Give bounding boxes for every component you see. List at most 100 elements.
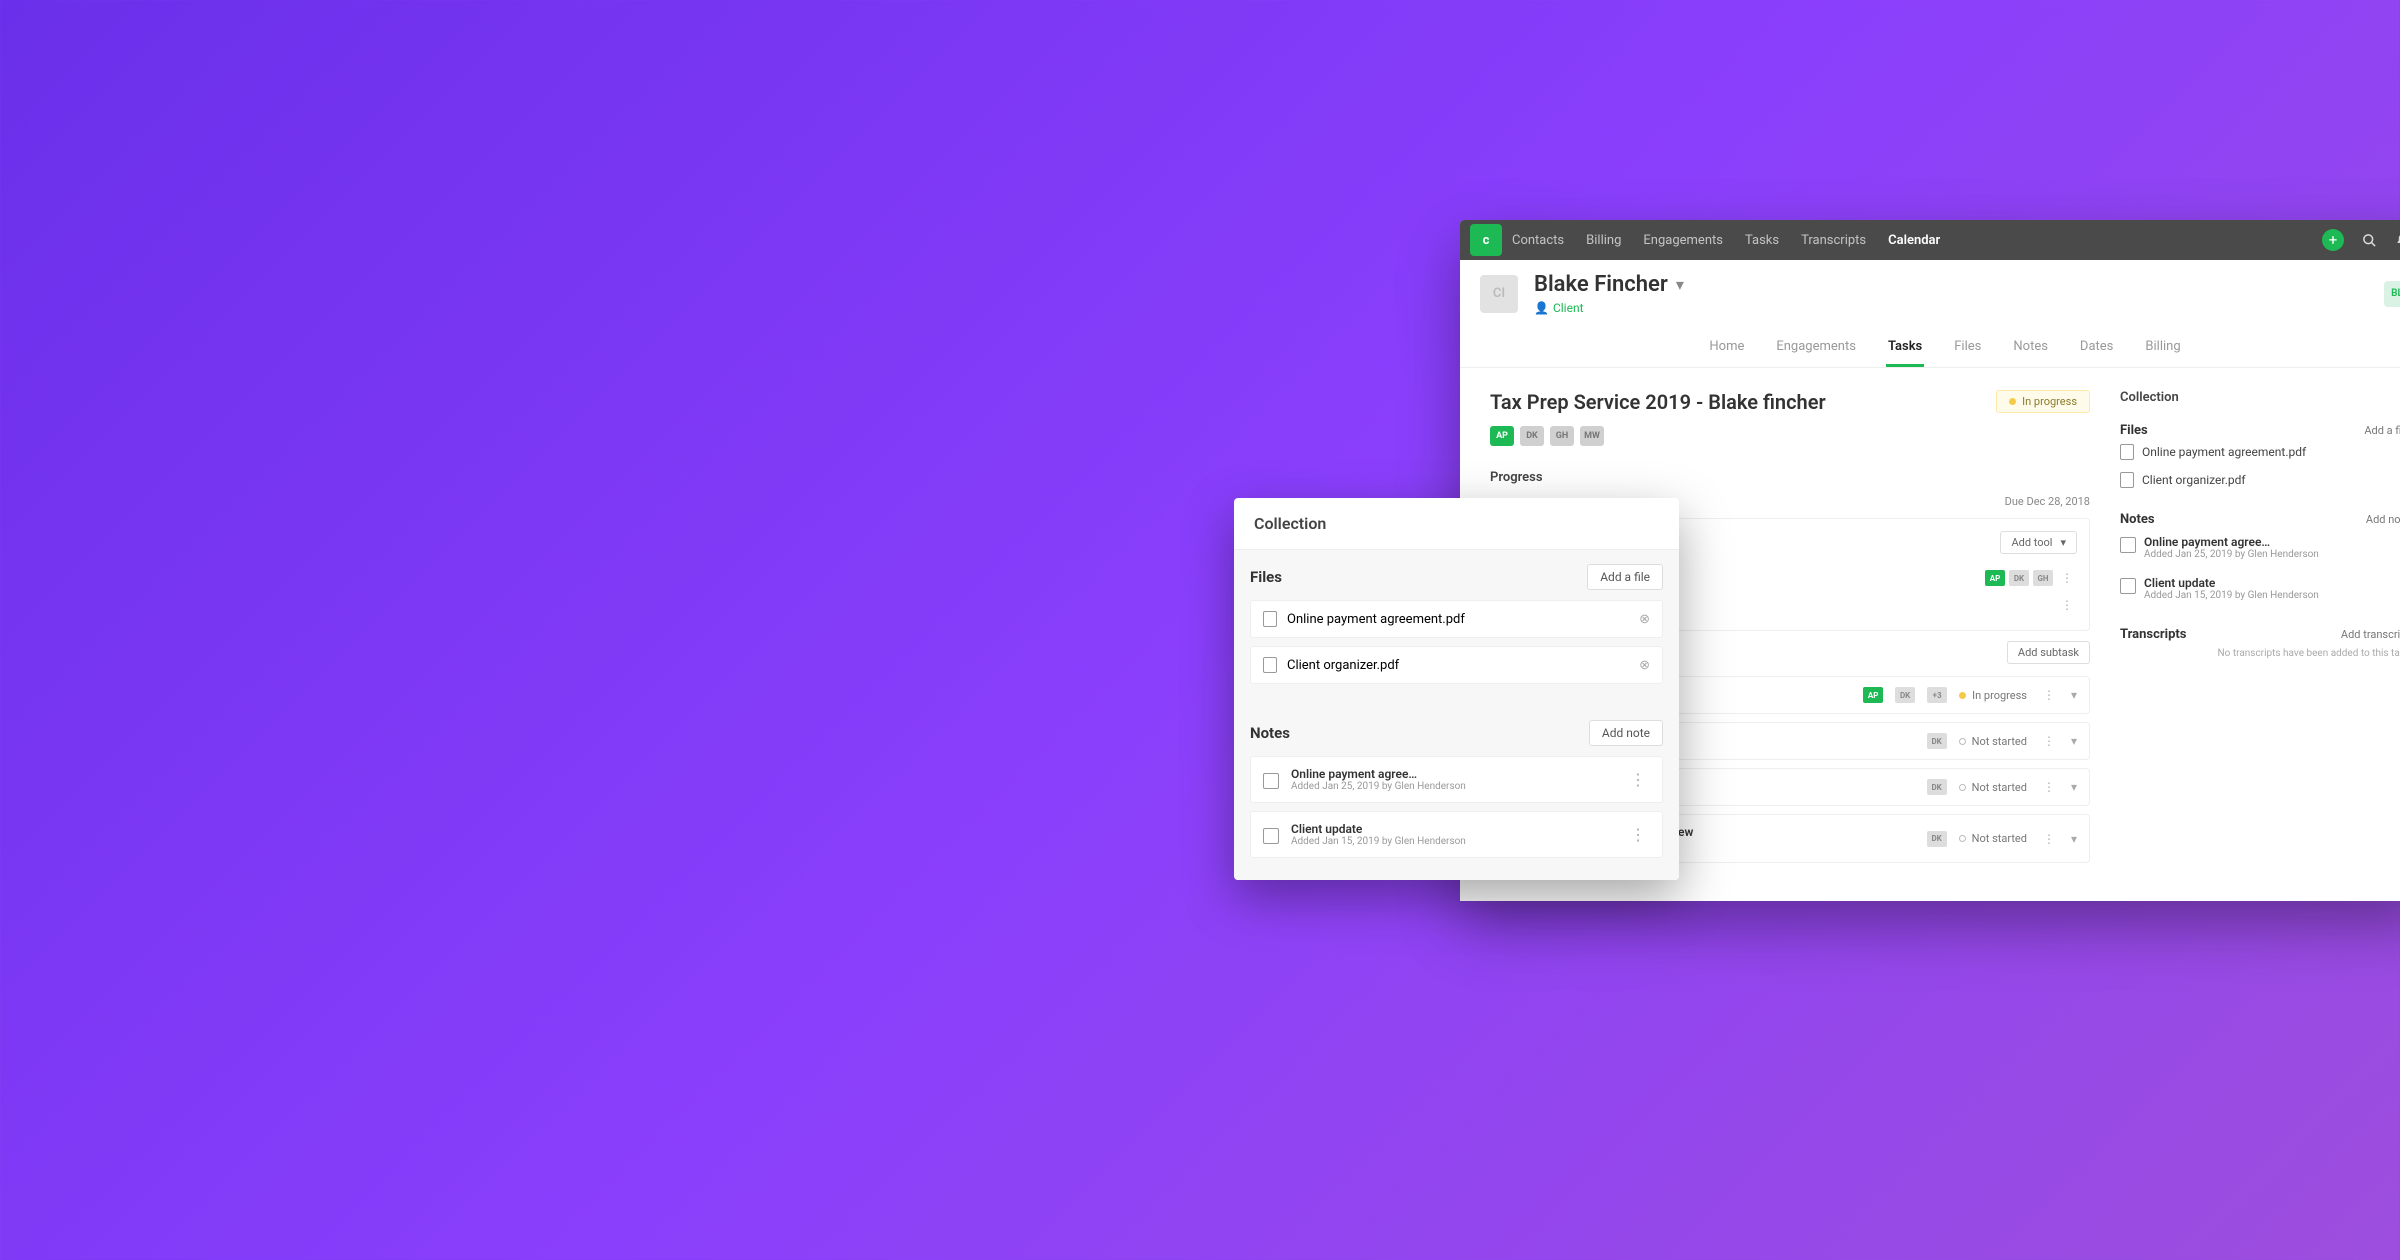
note-row[interactable]: Client update Added Jan 15, 2019 by Glen…: [2120, 568, 2400, 609]
note-title: Client update: [2144, 576, 2319, 590]
notifications-icon[interactable]: 3: [2395, 233, 2400, 248]
add-subtask-button[interactable]: Add subtask: [2007, 641, 2090, 664]
topbar-right: + 3: [2322, 229, 2400, 251]
nav-billing[interactable]: Billing: [1586, 233, 1621, 248]
note-icon: [2120, 578, 2136, 594]
assignee-chip[interactable]: +3: [1927, 687, 1947, 703]
nav-contacts[interactable]: Contacts: [1512, 233, 1564, 248]
files-head: Files Add a file: [2120, 423, 2400, 438]
header-right: BL: [2384, 281, 2400, 307]
transcripts-empty: No transcripts have been added to this t…: [2120, 648, 2400, 659]
kebab-icon[interactable]: ⋮: [1626, 770, 1650, 789]
nav-engagements[interactable]: Engagements: [1643, 233, 1723, 248]
popup-file-row[interactable]: Online payment agreement.pdf ⊗: [1250, 600, 1663, 638]
person-icon: 👤: [1534, 301, 1549, 315]
kebab-icon[interactable]: ⋮: [2039, 734, 2059, 748]
client-role: 👤 Client: [1534, 301, 1684, 315]
status-dot-icon: [1959, 784, 1966, 791]
status-text: Not started: [1972, 735, 2027, 748]
chevron-down-icon[interactable]: ▾: [1676, 275, 1684, 294]
assignee-chip[interactable]: GH: [1550, 426, 1574, 446]
file-icon: [2120, 472, 2134, 488]
chevron-down-icon[interactable]: ▾: [2071, 780, 2077, 794]
kebab-icon[interactable]: ⋮: [2039, 832, 2059, 846]
status-dot-icon: [1959, 692, 1966, 699]
status-cell: Not started: [1959, 781, 2027, 794]
file-icon: [1263, 611, 1277, 627]
assignee-chip[interactable]: DK: [1927, 831, 1947, 847]
file-row[interactable]: Online payment agreement.pdf: [2120, 438, 2400, 466]
assignee-chip[interactable]: DK: [1520, 426, 1544, 446]
transcripts-title: Transcripts: [2120, 627, 2186, 642]
popup-note-row[interactable]: Online payment agree… Added Jan 25, 2019…: [1250, 756, 1663, 803]
chevron-down-icon[interactable]: ▾: [2071, 688, 2077, 702]
files-title: Files: [2120, 423, 2148, 438]
add-note-button[interactable]: Add note: [2366, 513, 2400, 526]
client-name: Blake Fincher: [1534, 272, 1668, 297]
assignee-chip[interactable]: AP: [1863, 687, 1883, 703]
notes-head: Notes Add note: [2120, 512, 2400, 527]
tab-billing[interactable]: Billing: [2143, 329, 2182, 367]
assignee-chip[interactable]: AP: [1490, 426, 1514, 446]
topbar: c Contacts Billing Engagements Tasks Tra…: [1460, 220, 2400, 260]
tab-tasks[interactable]: Tasks: [1886, 329, 1924, 367]
file-name: Online payment agreement.pdf: [1287, 612, 1465, 627]
search-icon[interactable]: [2362, 233, 2377, 248]
add-transcript-button[interactable]: Add transcript: [2341, 628, 2400, 641]
nav-transcripts[interactable]: Transcripts: [1801, 233, 1866, 248]
assignee-chip[interactable]: GH: [2033, 570, 2053, 586]
add-file-button[interactable]: Add a file: [2364, 424, 2400, 437]
chevron-down-icon[interactable]: ▾: [2071, 734, 2077, 748]
assignee-chip[interactable]: DK: [1927, 733, 1947, 749]
file-name: Client organizer.pdf: [2142, 473, 2246, 487]
assignee-chip[interactable]: MW: [1580, 426, 1604, 446]
tab-dates[interactable]: Dates: [2078, 329, 2115, 367]
brand-logo[interactable]: c: [1470, 224, 1502, 256]
assignee-chip[interactable]: DK: [1895, 687, 1915, 703]
tab-home[interactable]: Home: [1707, 329, 1746, 367]
global-add-button[interactable]: +: [2322, 229, 2344, 251]
popup-notes-block: Notes Add note Online payment agree… Add…: [1234, 706, 1679, 880]
remove-icon[interactable]: ⊗: [1639, 658, 1650, 673]
tab-engagements[interactable]: Engagements: [1774, 329, 1858, 367]
client-name-block: Blake Fincher ▾ 👤 Client: [1534, 272, 1684, 315]
kebab-icon[interactable]: ⋮: [2057, 598, 2077, 612]
popup-notes-heading: Notes: [1250, 724, 1290, 742]
popup-add-note-button[interactable]: Add note: [1589, 720, 1663, 746]
note-row[interactable]: Online payment agree… Added Jan 25, 2019…: [2120, 527, 2400, 568]
tab-notes[interactable]: Notes: [2011, 329, 2050, 367]
client-header: CI Blake Fincher ▾ 👤 Client BL: [1460, 260, 2400, 315]
kebab-icon[interactable]: ⋮: [2039, 780, 2059, 794]
remove-icon[interactable]: ⊗: [1639, 612, 1650, 627]
owner-badge[interactable]: BL: [2384, 281, 2400, 307]
popup-add-file-button[interactable]: Add a file: [1587, 564, 1663, 590]
kebab-icon[interactable]: ⋮: [1626, 825, 1650, 844]
engagement-title: Tax Prep Service 2019 - Blake fincher: [1490, 390, 1996, 414]
add-tool-button[interactable]: Add tool ▾: [2000, 531, 2077, 554]
popup-files-heading: Files: [1250, 568, 1282, 586]
status-text: In progress: [1972, 689, 2027, 702]
assignee-chip[interactable]: DK: [1927, 779, 1947, 795]
note-icon: [1263, 828, 1279, 844]
note-sub: Added Jan 15, 2019 by Glen Henderson: [2144, 590, 2319, 601]
client-tabs: Home Engagements Tasks Files Notes Dates…: [1460, 329, 2400, 368]
chevron-down-icon: ▾: [2060, 536, 2066, 549]
note-title: Online payment agree…: [2144, 535, 2319, 549]
popup-note-row[interactable]: Client update Added Jan 15, 2019 by Glen…: [1250, 811, 1663, 858]
file-row[interactable]: Client organizer.pdf: [2120, 466, 2400, 494]
nav-calendar[interactable]: Calendar: [1888, 233, 1940, 248]
status-dot-icon: [1959, 738, 1966, 745]
chevron-down-icon[interactable]: ▾: [2071, 832, 2077, 846]
side-column: Collection Files Add a file Online payme…: [2120, 390, 2400, 871]
kebab-icon[interactable]: ⋮: [2057, 571, 2077, 585]
add-tool-label: Add tool: [2011, 536, 2052, 549]
nav-tasks[interactable]: Tasks: [1745, 233, 1779, 248]
assignee-chip[interactable]: AP: [1985, 570, 2005, 586]
assignee-chip[interactable]: DK: [2009, 570, 2029, 586]
file-icon: [1263, 657, 1277, 673]
note-title: Online payment agree…: [1291, 767, 1466, 781]
popup-file-row[interactable]: Client organizer.pdf ⊗: [1250, 646, 1663, 684]
kebab-icon[interactable]: ⋮: [2039, 688, 2059, 702]
tab-files[interactable]: Files: [1952, 329, 1983, 367]
status-pill[interactable]: In progress: [1996, 390, 2090, 413]
